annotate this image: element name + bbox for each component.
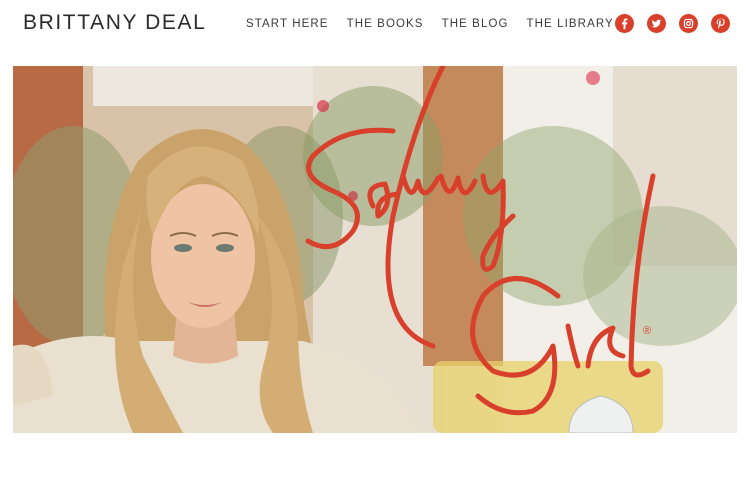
hero-photo <box>13 66 737 433</box>
nav-the-books[interactable]: THE BOOKS <box>347 18 424 30</box>
facebook-icon[interactable] <box>615 14 634 33</box>
main-nav: START HERE THE BOOKS THE BLOG THE LIBRAR… <box>246 18 614 30</box>
nav-start-here[interactable]: START HERE <box>246 18 329 30</box>
social-links <box>615 14 730 33</box>
hero-banner: ® <box>13 66 737 433</box>
instagram-icon[interactable] <box>679 14 698 33</box>
site-brand[interactable]: BRITTANY DEAL <box>23 11 206 35</box>
twitter-icon[interactable] <box>647 14 666 33</box>
site-header: BRITTANY DEAL START HERE THE BOOKS THE B… <box>0 0 750 52</box>
nav-the-blog[interactable]: THE BLOG <box>442 18 509 30</box>
pinterest-icon[interactable] <box>711 14 730 33</box>
nav-the-library[interactable]: THE LIBRARY <box>527 18 614 30</box>
